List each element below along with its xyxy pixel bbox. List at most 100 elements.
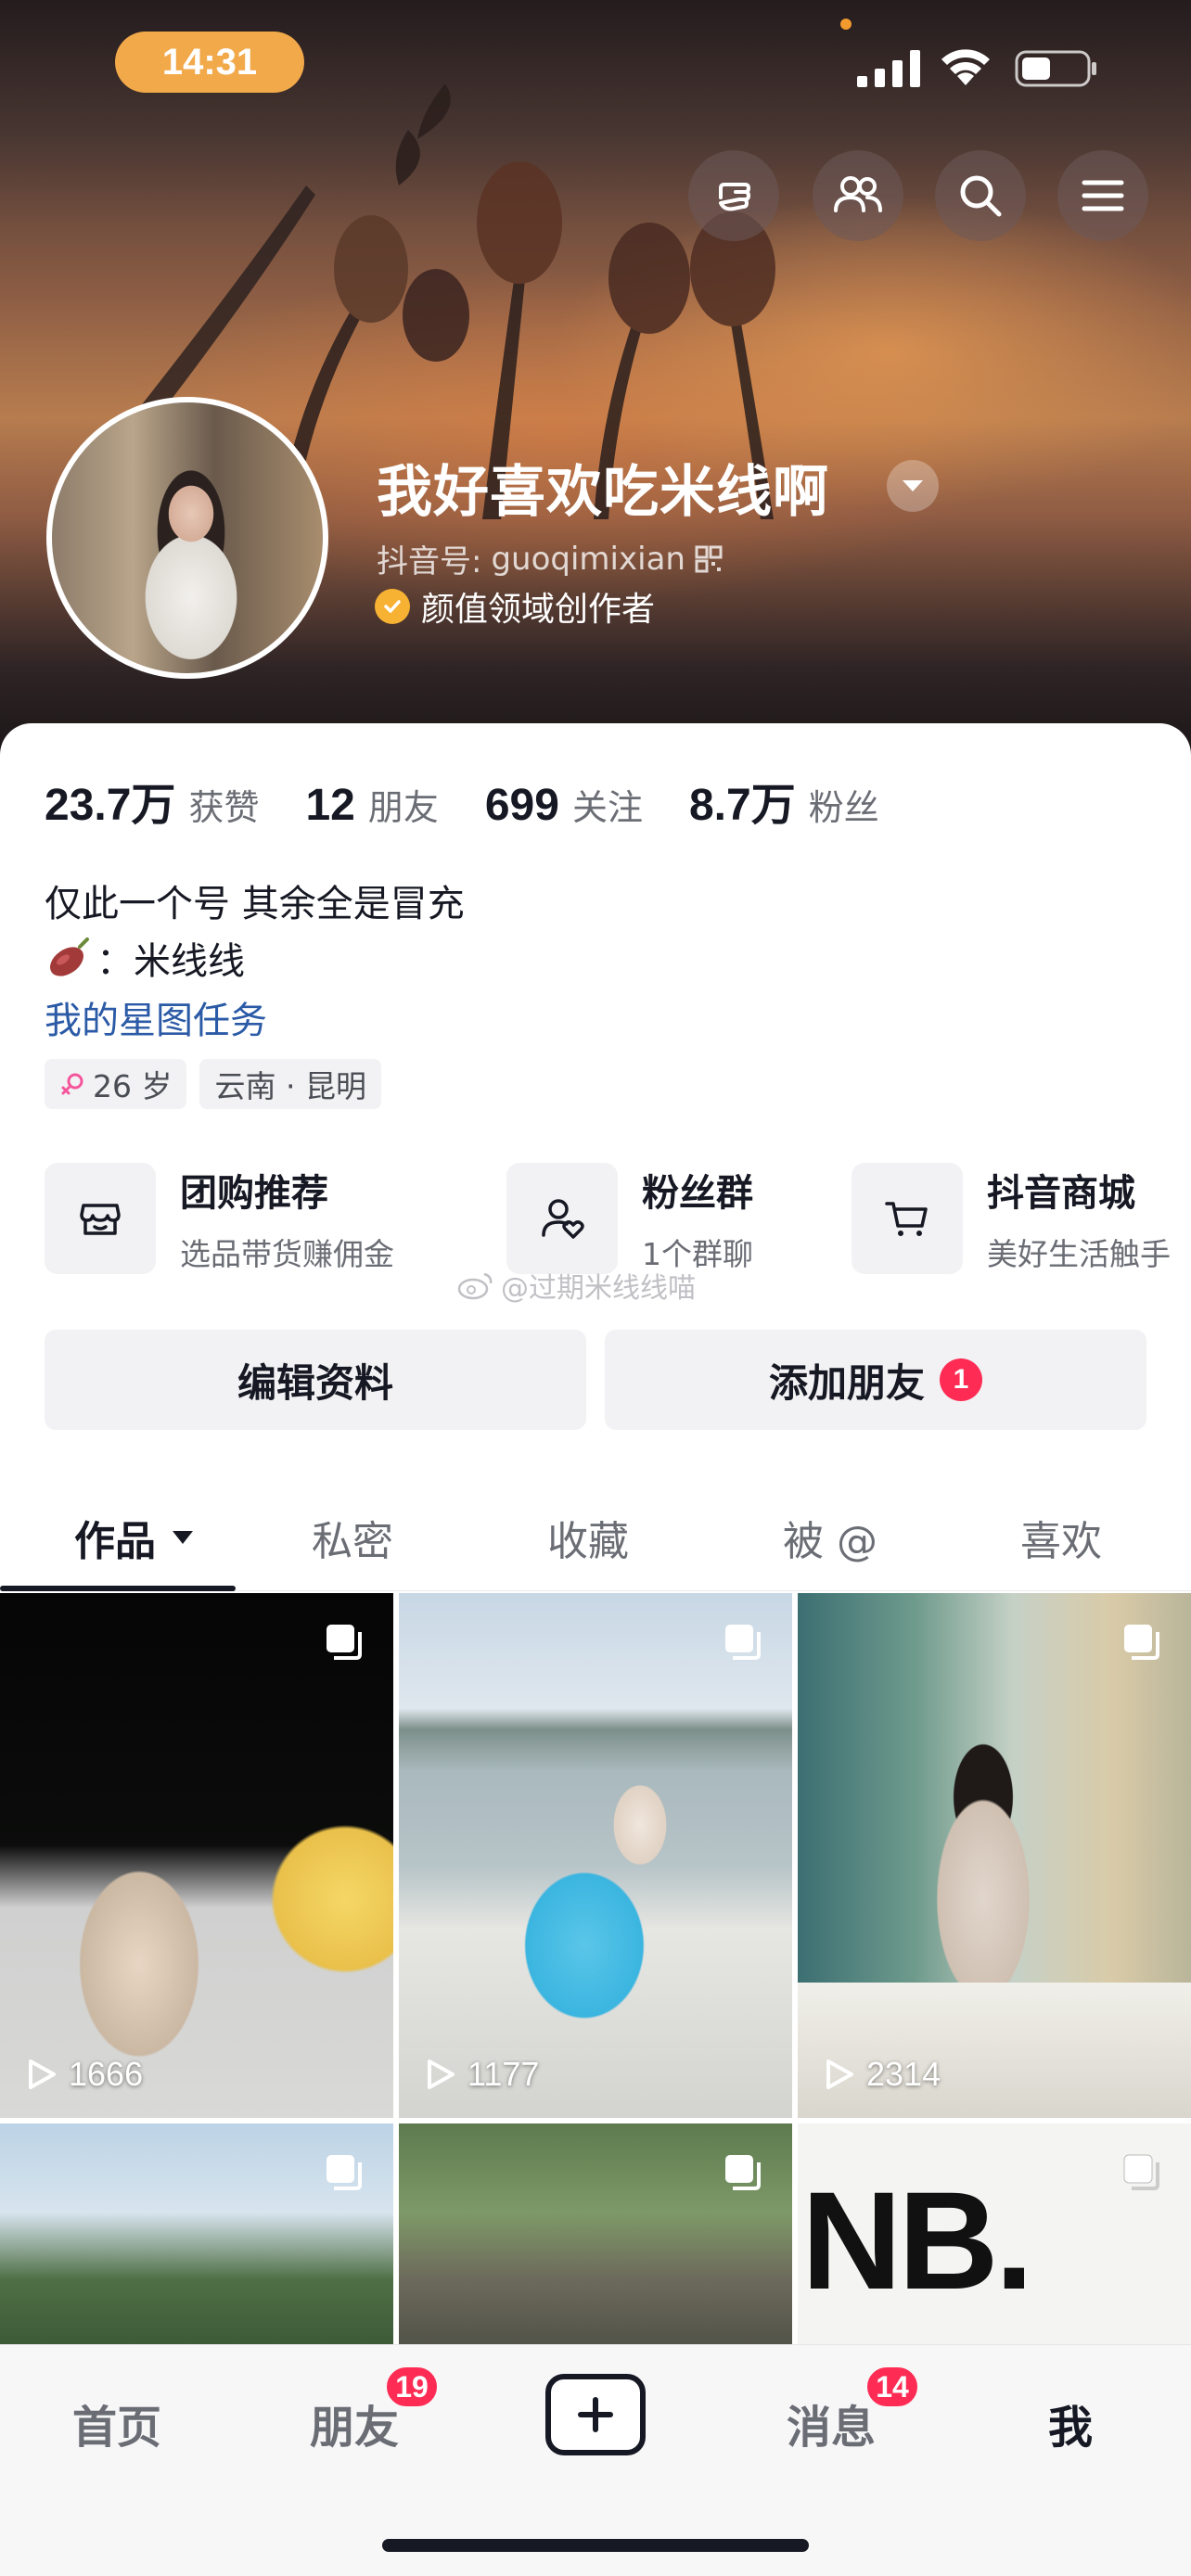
nav-home[interactable]: 首页	[72, 2391, 161, 2455]
multi-image-icon	[1124, 1625, 1159, 1660]
table-surface	[798, 1983, 1191, 2118]
stat-followers-value: 8.7万	[688, 781, 796, 830]
creator-tag[interactable]: 颜值领域创作者	[375, 582, 655, 631]
fan-group-title: 粉丝群	[642, 1172, 753, 1215]
stat-likes-label: 获赞	[188, 787, 260, 828]
multi-image-icon	[725, 1625, 761, 1660]
search-icon	[960, 175, 1002, 217]
add-friend-button[interactable]: 添加朋友 1	[605, 1330, 1146, 1430]
cart-icon	[852, 1163, 963, 1274]
tab-works-label: 作品	[74, 1518, 156, 1565]
play-icon	[29, 2060, 56, 2089]
stat-friends[interactable]: 12 朋友	[305, 779, 438, 831]
stat-likes-value: 23.7万	[45, 781, 176, 830]
create-post-button[interactable]	[545, 2374, 646, 2455]
video-views: 1177	[425, 2055, 539, 2094]
store-icon	[45, 1163, 156, 1274]
age-text: 26 岁	[93, 1068, 173, 1104]
tap-hand-button[interactable]	[688, 150, 779, 241]
stat-following-label: 关注	[571, 787, 643, 828]
multi-image-icon	[725, 2155, 761, 2190]
privacy-indicator-dot	[840, 19, 852, 30]
video-tile[interactable]	[0, 2123, 393, 2346]
video-views: 2314	[824, 2055, 941, 2094]
qr-code-icon[interactable]	[695, 545, 723, 573]
chevron-down-icon	[903, 480, 923, 491]
douyin-id-row[interactable]: 抖音号: guoqimixian	[377, 536, 723, 581]
stat-following[interactable]: 699 关注	[485, 779, 643, 831]
signal-icon	[857, 50, 920, 87]
add-friend-badge: 1	[940, 1358, 982, 1401]
video-views-count: 2314	[866, 2055, 941, 2093]
stat-followers[interactable]: 8.7万 粉丝	[689, 768, 879, 833]
edit-profile-label: 编辑资料	[237, 1359, 393, 1406]
stat-following-value: 699	[484, 781, 559, 830]
messages-badge: 14	[864, 2365, 920, 2409]
status-bar: 14:31	[0, 0, 1191, 130]
video-tile[interactable]: 1666	[0, 1593, 393, 2118]
watermark-text: @过期米线线喵	[501, 1272, 696, 1305]
avatar[interactable]	[46, 397, 328, 679]
fan-group-icon	[506, 1163, 618, 1274]
stat-followers-label: 粉丝	[808, 787, 879, 828]
active-tab-indicator	[0, 1586, 236, 1591]
weibo-watermark: @过期米线线喵	[456, 1265, 696, 1306]
tab-favorites[interactable]: 收藏	[547, 1508, 629, 1567]
content-tabs: 作品 私密 收藏 被 @ 喜欢	[0, 1484, 1191, 1591]
play-icon	[826, 2060, 853, 2089]
group-buy-subtitle: 选品带货赚佣金	[180, 1236, 394, 1272]
plus-icon	[578, 2397, 613, 2432]
search-button[interactable]	[935, 150, 1026, 241]
verified-check-icon	[375, 589, 410, 624]
sweet-potato-icon	[49, 937, 89, 976]
stat-friends-value: 12	[305, 781, 355, 830]
video-views-count: 1666	[69, 2055, 144, 2093]
tap-hand-icon	[719, 183, 750, 211]
tab-mentions[interactable]: 被 @	[783, 1508, 877, 1567]
fan-group-service[interactable]: 粉丝群 1个群聊	[506, 1163, 753, 1274]
nav-messages[interactable]: 消息	[787, 2391, 876, 2455]
douyin-mall-title: 抖音商城	[987, 1172, 1135, 1215]
menu-icon	[1082, 180, 1124, 211]
video-tile[interactable]: 2314	[798, 1593, 1191, 2118]
profile-stats: 23.7万 获赞 12 朋友 699 关注 8.7万 粉丝	[45, 768, 926, 833]
home-indicator[interactable]	[382, 2539, 809, 2552]
douyin-id-value: guoqimixian	[491, 540, 685, 578]
female-icon	[61, 1073, 83, 1095]
profile-username: 我好喜欢吃米线啊	[377, 460, 829, 525]
edit-profile-button[interactable]: 编辑资料	[45, 1330, 586, 1430]
douyin-mall-service[interactable]: 抖音商城 美好生活触手	[852, 1163, 1171, 1274]
account-switch-button[interactable]	[887, 460, 939, 512]
stat-friends-label: 朋友	[367, 787, 439, 828]
age-tag: 26 岁	[45, 1059, 187, 1109]
nb-handwriting-image: NB.	[801, 2162, 1033, 2318]
creator-tag-label: 颜值领域创作者	[421, 591, 656, 629]
status-time: 14:31	[115, 32, 304, 93]
multi-image-icon	[1123, 2154, 1159, 2190]
battery-icon	[1015, 50, 1096, 87]
bio-line-2-text: ：米线线	[96, 940, 245, 983]
group-buy-title: 团购推荐	[180, 1172, 328, 1215]
multi-image-icon	[327, 1625, 362, 1660]
wifi-icon	[941, 49, 990, 85]
weibo-icon	[457, 1272, 493, 1300]
video-views-count: 1177	[467, 2055, 540, 2093]
profile-tags: 26 岁 云南 · 昆明	[45, 1059, 381, 1109]
group-buy-service[interactable]: 团购推荐 选品带货赚佣金	[45, 1163, 394, 1274]
video-tile[interactable]: 1177	[399, 1593, 792, 2118]
stat-likes[interactable]: 23.7万 获赞	[45, 768, 259, 833]
menu-button[interactable]	[1057, 150, 1148, 241]
bio-line-1: 仅此一个号 其余全是冒充	[45, 883, 465, 925]
nav-friends[interactable]: 朋友	[310, 2391, 399, 2455]
video-tile[interactable]	[399, 2123, 792, 2346]
tab-likes[interactable]: 喜欢	[1020, 1508, 1102, 1567]
multi-image-icon	[327, 2155, 362, 2190]
location-tag: 云南 · 昆明	[199, 1059, 381, 1109]
douyin-id-label: 抖音号:	[377, 543, 482, 580]
star-map-task-link[interactable]: 我的星图任务	[45, 990, 267, 1044]
tab-private[interactable]: 私密	[312, 1508, 393, 1567]
video-tile[interactable]: NB.	[798, 2123, 1191, 2346]
nav-me[interactable]: 我	[1048, 2391, 1093, 2455]
tab-works[interactable]: 作品	[74, 1508, 195, 1567]
friends-button[interactable]	[813, 150, 903, 241]
